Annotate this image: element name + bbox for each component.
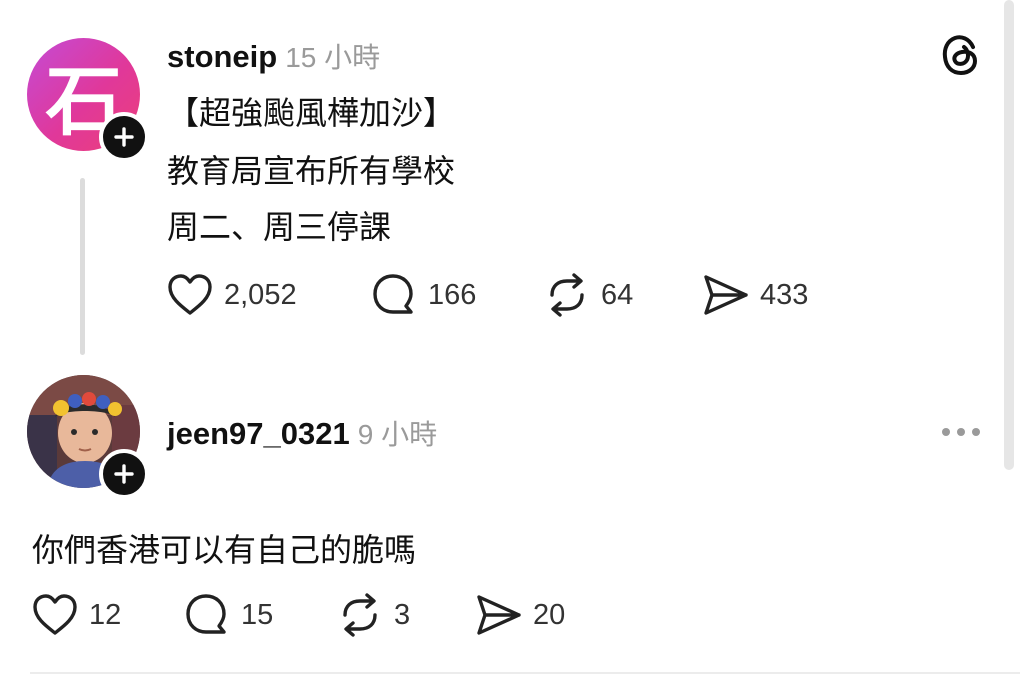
reply-comment-count: 15 [241, 598, 274, 631]
post-text-line-1: 【超強颱風樺加沙】 [167, 94, 456, 132]
follow-plus-icon-reply[interactable] [99, 449, 149, 499]
like-count: 2,052 [224, 278, 297, 311]
reply-timestamp: 9 小時 [357, 419, 438, 450]
post-text-line-2: 教育局宣布所有學校 [167, 152, 456, 190]
reply-repost-count: 3 [394, 598, 411, 631]
heart-icon [168, 274, 212, 315]
post-text-line-3: 周二、周三停課 [167, 208, 392, 246]
comment-button[interactable]: 166 [370, 270, 476, 320]
reply-repost-button[interactable]: 3 [336, 590, 410, 640]
divider [30, 672, 1020, 674]
follow-plus-icon[interactable] [99, 112, 149, 162]
scrollbar[interactable] [1004, 0, 1014, 470]
repost-icon [343, 593, 377, 637]
share-button[interactable]: 433 [702, 270, 808, 320]
post-header: stoneip 15 小時 [167, 36, 380, 76]
username[interactable]: stoneip [167, 39, 277, 75]
reply-username[interactable]: jeen97_0321 [167, 416, 350, 452]
repost-icon [550, 273, 584, 317]
heart-icon [33, 594, 77, 635]
reply-like-count: 12 [89, 598, 122, 631]
send-icon [704, 275, 748, 315]
timestamp: 15 小時 [285, 42, 381, 73]
reply-comment-button[interactable]: 15 [183, 590, 273, 640]
send-icon [477, 595, 521, 635]
reply-text: 你們香港可以有自己的脆嗎 [32, 531, 417, 569]
comment-bubble-icon [373, 274, 413, 314]
repost-count: 64 [601, 278, 634, 311]
reply-like-button[interactable]: 12 [31, 590, 121, 640]
like-button[interactable]: 2,052 [166, 270, 297, 320]
reply-header: jeen97_0321 9 小時 [167, 413, 437, 453]
comment-bubble-icon [186, 594, 226, 634]
comment-count: 166 [428, 278, 477, 311]
threads-logo-icon[interactable] [940, 33, 980, 82]
share-count: 433 [760, 278, 809, 311]
thread-connector-line [80, 178, 85, 355]
reply-share-button[interactable]: 20 [475, 590, 565, 640]
reply-share-count: 20 [533, 598, 566, 631]
repost-button[interactable]: 64 [543, 270, 633, 320]
more-horizontal-icon[interactable] [940, 420, 982, 449]
